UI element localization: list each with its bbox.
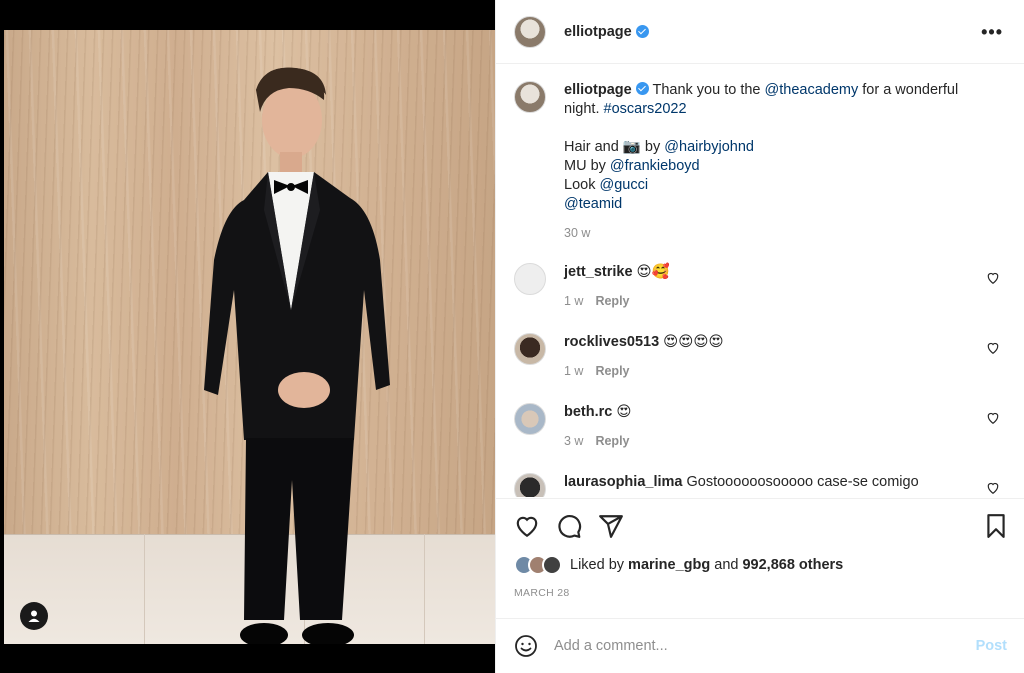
liker-username[interactable]: marine_gbg <box>628 557 710 573</box>
caption-text: by <box>640 139 665 155</box>
likes-count[interactable]: 992,868 others <box>742 557 843 573</box>
caption-text: Look <box>564 177 600 193</box>
comment-input[interactable] <box>554 638 944 654</box>
post-comment-button[interactable]: Post <box>976 638 1007 654</box>
hashtag-oscars2022[interactable]: #oscars2022 <box>604 101 687 117</box>
caption: elliotpage Thank you to the @theacademy … <box>514 81 1004 243</box>
comment-text: 😍😍😍😍 <box>663 334 724 350</box>
mention-gucci[interactable]: @gucci <box>599 177 648 193</box>
likes-middle: and <box>710 557 743 573</box>
verified-badge-icon <box>635 82 649 95</box>
photo-panel <box>0 0 495 673</box>
commenter-username[interactable]: jett_strike <box>564 264 633 280</box>
author-username[interactable]: elliotpage <box>564 24 632 40</box>
commenter-username[interactable]: laurasophia_lima <box>564 474 682 490</box>
share-paper-plane-icon[interactable] <box>598 513 624 539</box>
commenter-avatar[interactable] <box>514 263 546 295</box>
tagged-user-icon[interactable] <box>20 602 48 630</box>
caption-age: 30 w <box>564 226 591 240</box>
caption-avatar[interactable] <box>514 81 546 113</box>
author-avatar[interactable] <box>514 15 546 48</box>
post-header: elliotpage ••• <box>496 0 1024 64</box>
person-in-tuxedo <box>204 67 390 644</box>
likes-summary: Liked by marine_gbg and 992,868 others <box>514 555 843 575</box>
commenter-avatar[interactable] <box>514 473 546 497</box>
verified-badge-icon <box>635 25 649 38</box>
commenter-avatar[interactable] <box>514 403 546 435</box>
comment-text: 😍🥰 <box>636 264 670 280</box>
reply-button[interactable]: Reply <box>595 294 629 308</box>
comment-age: 1 w <box>564 294 584 308</box>
comment-item: jett_strike 😍🥰 1 w Reply <box>514 263 1014 311</box>
reply-button[interactable]: Reply <box>595 434 629 448</box>
caption-text: Hair and <box>564 139 623 155</box>
mention-teamid[interactable]: @teamid <box>564 196 622 212</box>
comment-text: Gostoooooosooooo case-se comigo <box>686 474 919 490</box>
comments-list[interactable]: elliotpage Thank you to the @theacademy … <box>496 65 1024 497</box>
mention-theacademy[interactable]: @theacademy <box>765 82 859 98</box>
mention-frankieboyd[interactable]: @frankieboyd <box>610 158 700 174</box>
more-options-icon[interactable]: ••• <box>981 22 1003 43</box>
post-panel: elliotpage ••• elliotpage Thank you to t… <box>495 0 1024 673</box>
comment-item: laurasophia_lima Gostoooooosooooo case-s… <box>514 473 1014 497</box>
caption-text: Thank you to the <box>652 82 765 98</box>
liker-avatar <box>542 555 562 575</box>
emoji-smiley-icon[interactable] <box>514 634 538 658</box>
save-bookmark-icon[interactable] <box>983 513 1009 539</box>
post-date[interactable]: MARCH 28 <box>514 587 570 599</box>
post-photo[interactable] <box>4 30 495 644</box>
heart-icon[interactable] <box>986 341 1000 355</box>
post-actions: Liked by marine_gbg and 992,868 others M… <box>496 498 1024 618</box>
commenter-avatar[interactable] <box>514 333 546 365</box>
camera-emoji: 📷 <box>622 139 641 155</box>
like-heart-icon[interactable] <box>514 513 540 539</box>
comment-age: 1 w <box>564 364 584 378</box>
commenter-username[interactable]: beth.rc <box>564 404 612 420</box>
heart-icon[interactable] <box>986 411 1000 425</box>
commenter-username[interactable]: rocklives0513 <box>564 334 659 350</box>
caption-text: MU by <box>564 158 610 174</box>
likes-prefix: Liked by <box>570 557 629 573</box>
comment-item: beth.rc 😍 3 w Reply <box>514 403 1014 451</box>
reply-button[interactable]: Reply <box>595 364 629 378</box>
add-comment-bar: Post <box>496 618 1024 673</box>
comment-age: 3 w <box>564 434 584 448</box>
comment-text: 😍 <box>616 404 632 420</box>
comment-bubble-icon[interactable] <box>556 513 582 539</box>
comment-item: rocklives0513 😍😍😍😍 1 w Reply <box>514 333 1014 381</box>
mention-hairbyjohnd[interactable]: @hairbyjohnd <box>664 139 754 155</box>
caption-author[interactable]: elliotpage <box>564 82 632 98</box>
heart-icon[interactable] <box>986 271 1000 285</box>
heart-icon[interactable] <box>986 481 1000 495</box>
